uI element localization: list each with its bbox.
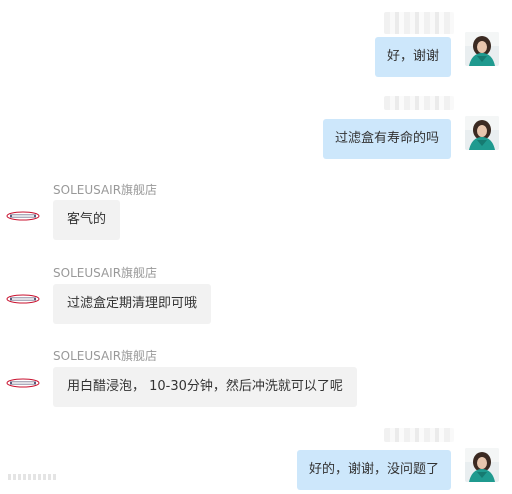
message-text: 用白醋浸泡， 10-30分钟，然后冲洗就可以了呢: [67, 379, 343, 394]
shop-avatar[interactable]: [6, 209, 40, 223]
blurred-username: [384, 96, 454, 110]
message-text: 好，谢谢: [386, 49, 439, 64]
blurred-username: [384, 12, 454, 34]
message-text: 过滤盒定期清理即可哦: [67, 296, 198, 311]
blurred-username: [384, 428, 454, 442]
shop-avatar[interactable]: [6, 376, 40, 390]
message-bubble-outgoing: 好，谢谢: [374, 37, 451, 77]
message-bubble-incoming: 客气的: [53, 200, 121, 240]
sender-name: SOLEUSAIR旗舰店: [53, 349, 158, 363]
message-bubble-outgoing: 过滤盒有寿命的吗: [322, 119, 451, 159]
watermark: [8, 474, 56, 480]
shop-avatar[interactable]: [6, 292, 40, 306]
user-avatar-photo-icon: [465, 448, 499, 482]
user-avatar[interactable]: [465, 448, 499, 482]
soleusair-logo-icon: [6, 294, 40, 304]
user-avatar[interactable]: [465, 116, 499, 150]
soleusair-logo-icon: [6, 211, 40, 221]
user-avatar-photo-icon: [465, 116, 499, 150]
message-bubble-incoming: 过滤盒定期清理即可哦: [53, 284, 212, 324]
user-avatar-photo-icon: [465, 32, 499, 66]
user-avatar[interactable]: [465, 32, 499, 66]
sender-name: SOLEUSAIR旗舰店: [53, 266, 158, 280]
message-text: 过滤盒有寿命的吗: [334, 131, 439, 146]
soleusair-logo-icon: [6, 378, 40, 388]
message-bubble-incoming: 用白醋浸泡， 10-30分钟，然后冲洗就可以了呢: [53, 367, 357, 407]
message-text: 好的，谢谢，没问题了: [308, 462, 439, 477]
message-text: 客气的: [67, 212, 107, 227]
message-bubble-outgoing: 好的，谢谢，没问题了: [296, 450, 451, 490]
sender-name: SOLEUSAIR旗舰店: [53, 183, 158, 197]
